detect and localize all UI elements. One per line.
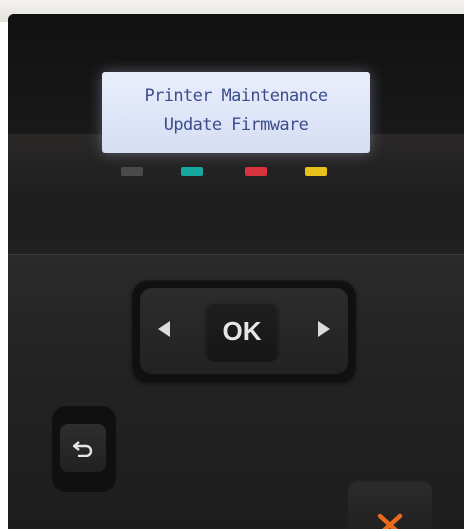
left-arrow-icon <box>158 321 170 337</box>
right-arrow-icon <box>318 321 330 337</box>
right-arrow-button[interactable] <box>316 320 332 342</box>
left-arrow-button[interactable] <box>156 320 172 342</box>
ok-button[interactable]: OK <box>206 302 278 360</box>
x-cancel-icon <box>377 513 403 529</box>
navigation-pad-surface: OK <box>140 288 348 374</box>
back-arrow-icon <box>72 441 93 457</box>
ink-indicator-magenta <box>245 167 267 176</box>
ink-indicator-black <box>121 167 143 176</box>
navigation-pad: OK <box>132 280 356 382</box>
display-line-2: Update Firmware <box>163 115 309 135</box>
display-line-1: Printer Maintenance <box>144 86 328 106</box>
ink-indicator-yellow <box>305 167 327 176</box>
ink-indicator-cyan <box>181 167 203 176</box>
lcd-display: Printer Maintenance Update Firmware <box>102 72 370 153</box>
cancel-button[interactable] <box>348 482 432 529</box>
back-button[interactable] <box>60 424 106 472</box>
printer-control-panel: Printer Maintenance Update Firmware OK <box>8 14 464 529</box>
back-button-housing <box>52 406 116 492</box>
